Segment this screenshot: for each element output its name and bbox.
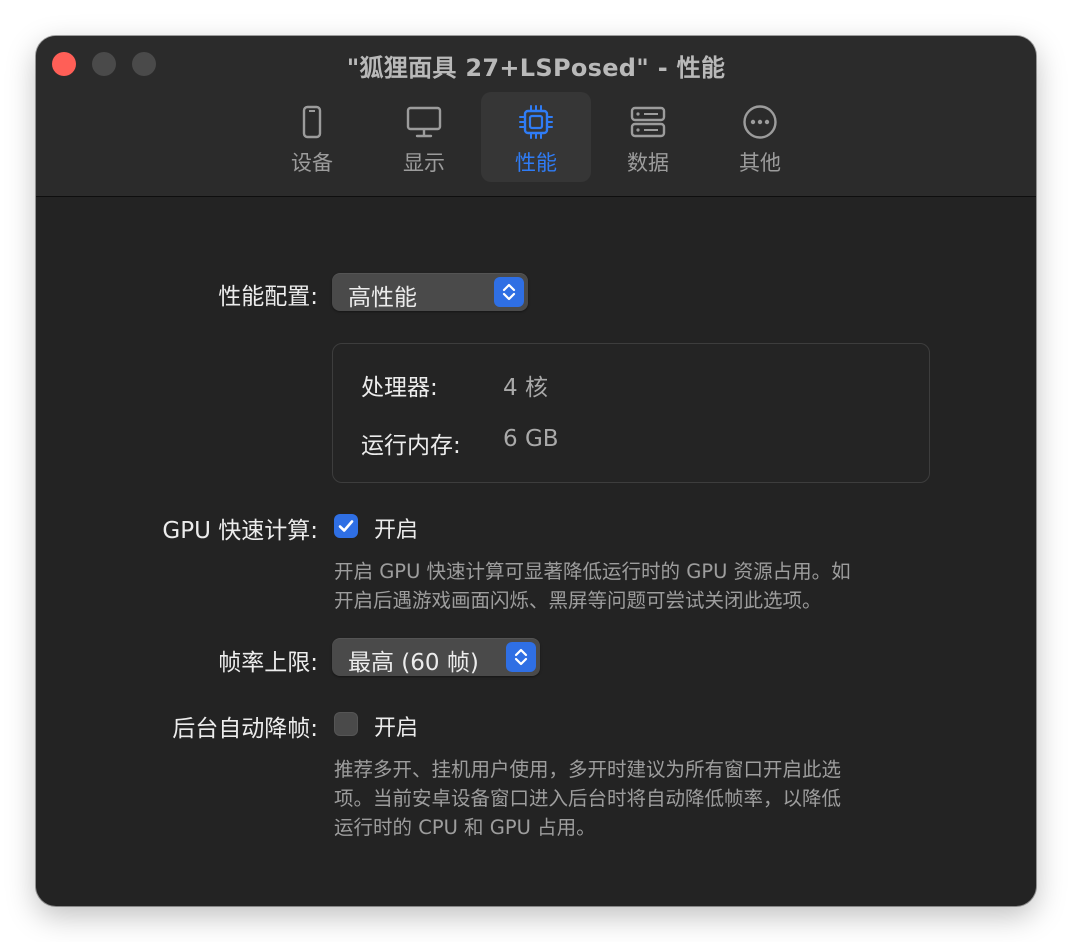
framerate-select[interactable]: 最高 (60 帧) — [332, 638, 540, 676]
memory-value: 6 GB — [503, 426, 559, 452]
profile-label: 性能配置: — [218, 284, 318, 310]
tab-other-label: 其他 — [739, 151, 781, 175]
tab-display-label: 显示 — [403, 151, 445, 175]
tab-data[interactable]: 数据 — [593, 92, 703, 182]
tab-display[interactable]: 显示 — [369, 92, 479, 182]
gpu-help-text: 开启 GPU 快速计算可显著降低运行时的 GPU 资源占用。如 开启后遇游戏画面… — [334, 557, 924, 615]
tab-performance-label: 性能 — [515, 151, 557, 175]
memory-label: 运行内存: — [361, 433, 461, 459]
tab-other[interactable]: 其他 — [705, 92, 815, 182]
chip-icon — [519, 105, 553, 139]
tab-data-label: 数据 — [627, 151, 669, 175]
processor-value: 4 核 — [503, 375, 548, 401]
gpu-checkbox-label[interactable]: 开启 — [374, 512, 418, 544]
checkmark-icon — [338, 520, 354, 532]
profile-select-value: 高性能 — [348, 285, 417, 311]
background-checkbox[interactable] — [334, 712, 358, 736]
tab-device[interactable]: 设备 — [257, 92, 367, 182]
gpu-help-line-2: 开启后遇游戏画面闪烁、黑屏等问题可尝试关闭此选项。 — [334, 589, 822, 612]
window-title: "狐狸面具 27+LSPosed" - 性能 — [346, 54, 726, 82]
background-help-text-block: 推荐多开、挂机用户使用，多开时建议为所有窗口开启此选 项。当前安卓设备窗口进入后… — [334, 755, 924, 842]
profile-select[interactable]: 高性能 — [332, 273, 528, 311]
background-checkbox-label[interactable]: 开启 — [374, 710, 418, 742]
processor-label: 处理器: — [361, 375, 438, 401]
gpu-checkbox[interactable] — [334, 514, 358, 538]
monitor-icon — [406, 106, 442, 138]
title-bar: "狐狸面具 27+LSPosed" - 性能 设备 显示 性能 数据 其他 — [36, 36, 1036, 197]
chevron-up-down-icon — [506, 642, 536, 672]
phone-icon — [302, 105, 322, 139]
chevron-up-down-icon — [494, 277, 524, 307]
hardware-info-box: 处理器: 4 核 运行内存: 6 GB — [332, 343, 930, 483]
gpu-help-line-1: 开启 GPU 快速计算可显著降低运行时的 GPU 资源占用。如 — [334, 560, 851, 583]
performance-pane: 性能配置: 高性能 处理器: 4 核 运行内存: 6 GB GPU 快速计算: … — [36, 197, 1036, 906]
framerate-label: 帧率上限: — [218, 650, 318, 676]
background-help-line-1: 推荐多开、挂机用户使用，多开时建议为所有窗口开启此选 — [334, 758, 842, 781]
settings-window: "狐狸面具 27+LSPosed" - 性能 设备 显示 性能 数据 其他 性能… — [36, 36, 1036, 906]
storage-icon — [630, 106, 666, 138]
background-label: 后台自动降帧: — [172, 716, 318, 742]
background-help-line-3: 运行时的 CPU 和 GPU 占用。 — [334, 816, 596, 839]
framerate-select-value: 最高 (60 帧) — [348, 650, 479, 676]
gpu-label: GPU 快速计算: — [162, 518, 318, 544]
tab-performance[interactable]: 性能 — [481, 92, 591, 182]
tab-device-label: 设备 — [291, 151, 333, 175]
more-icon — [743, 105, 777, 139]
background-help-line-2: 项。当前安卓设备窗口进入后台时将自动降低帧率，以降低 — [334, 787, 842, 810]
